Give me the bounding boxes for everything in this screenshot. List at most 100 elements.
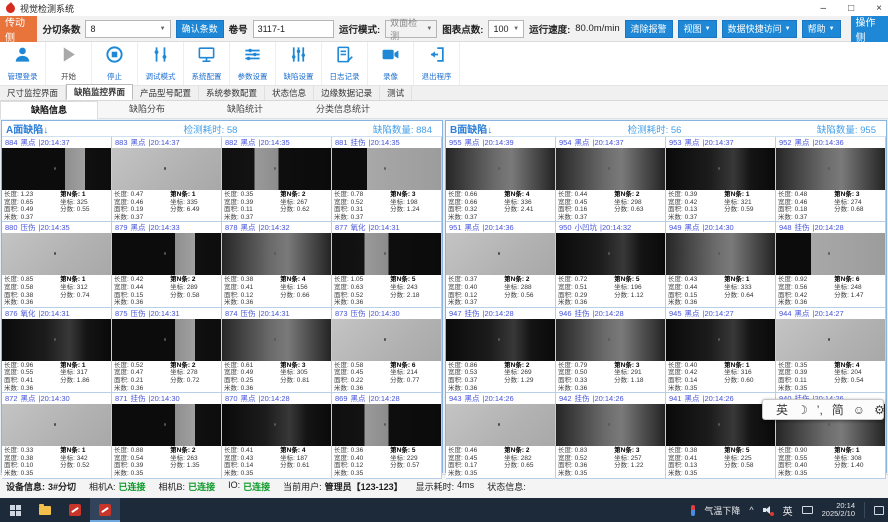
ribbon-stop-button[interactable]: 停止 <box>92 42 138 85</box>
defect-cell[interactable]: 874 压伤 |20:14:31 长度: 0.61 宽度: 0.49 面积: 0… <box>222 308 332 393</box>
subtab-defect-info[interactable]: 缺陷信息 <box>0 101 98 119</box>
defect-cell[interactable]: 876 氧化 |20:14:31 长度: 0.96 宽度: 0.55 面积: 0… <box>2 308 112 393</box>
defect-image[interactable] <box>776 233 885 275</box>
defect-image[interactable] <box>666 404 775 446</box>
roll-number-input[interactable]: 3117-1 <box>253 20 334 38</box>
tab-size-monitor[interactable]: 尺寸监控界面 <box>0 86 66 100</box>
language-indicator[interactable]: 英 <box>783 503 793 518</box>
defect-image[interactable] <box>222 148 331 190</box>
minimize-button[interactable]: – <box>821 3 827 14</box>
defect-cell[interactable]: 882 黑点 |20:14:35 长度: 0.35 宽度: 0.39 面积: 0… <box>222 137 332 222</box>
defect-image[interactable] <box>2 233 111 275</box>
tab-test[interactable]: 测试 <box>380 86 412 100</box>
defect-image[interactable] <box>556 319 665 361</box>
ime-settings-icon[interactable]: ⚙ <box>874 404 885 416</box>
defect-image[interactable] <box>446 404 555 446</box>
ribbon-record-button[interactable]: 录像 <box>368 42 414 85</box>
defect-image[interactable] <box>556 148 665 190</box>
defect-image[interactable] <box>666 148 775 190</box>
tray-chevron-icon[interactable]: ^ <box>749 505 753 515</box>
defect-cell[interactable]: 954 黑点 |20:14:37 长度: 0.44 宽度: 0.45 面积: 0… <box>556 137 666 222</box>
defect-image[interactable] <box>446 233 555 275</box>
clock[interactable]: 20:14 2025/2/10 <box>822 502 855 519</box>
slit-count-select[interactable]: 8▼ <box>85 20 170 38</box>
ribbon-debug-button[interactable]: 调试模式 <box>138 42 184 85</box>
defect-cell[interactable]: 942 挂伤 |20:14:26 长度: 0.83 宽度: 0.52 面积: 0… <box>556 393 666 478</box>
defect-image[interactable] <box>776 319 885 361</box>
run-mode-select[interactable]: 双面检测▼ <box>385 20 437 38</box>
defect-cell[interactable]: 944 黑点 |20:14:27 长度: 0.35 宽度: 0.39 面积: 0… <box>776 308 886 393</box>
ribbon-sysconfig-button[interactable]: 系统配置 <box>184 42 230 85</box>
defect-image[interactable] <box>222 233 331 275</box>
ribbon-log-button[interactable]: 日志记录 <box>322 42 368 85</box>
view-menu-button[interactable]: 视图▼ <box>678 20 717 38</box>
defect-cell[interactable]: 878 黑点 |20:14:32 长度: 0.38 宽度: 0.41 面积: 0… <box>222 222 332 307</box>
speaker-icon[interactable] <box>763 505 774 515</box>
defect-image[interactable] <box>556 404 665 446</box>
defect-cell[interactable]: 955 黑点 |20:14:39 长度: 0.66 宽度: 0.66 面积: 0… <box>446 137 556 222</box>
help-menu-button[interactable]: 帮助▼ <box>802 20 841 38</box>
keyboard-icon[interactable] <box>802 506 813 514</box>
defect-cell[interactable]: 879 黑点 |20:14:33 长度: 0.42 宽度: 0.44 面积: 0… <box>112 222 222 307</box>
taskbar-active-app-button[interactable] <box>90 498 120 522</box>
action-center-icon[interactable] <box>874 506 884 515</box>
ribbon-start-button[interactable]: 开始 <box>46 42 92 85</box>
defect-cell[interactable]: 869 黑点 |20:14:28 长度: 0.36 宽度: 0.40 面积: 0… <box>332 393 442 478</box>
defect-cell[interactable]: 883 黑点 |20:14:37 长度: 0.47 宽度: 0.46 面积: 0… <box>112 137 222 222</box>
chart-points-select[interactable]: 100▼ <box>488 20 524 38</box>
defect-image[interactable] <box>332 319 441 361</box>
ribbon-defectset-button[interactable]: 缺陷设置 <box>276 42 322 85</box>
defect-cell[interactable]: 948 挂伤 |20:14:28 长度: 0.92 宽度: 0.56 面积: 0… <box>776 222 886 307</box>
defect-cell[interactable]: 872 黑点 |20:14:30 长度: 0.33 宽度: 0.38 面积: 0… <box>2 393 112 478</box>
operator-side-button[interactable]: 操作侧 <box>851 16 888 42</box>
defect-cell[interactable]: 951 黑点 |20:14:36 长度: 0.37 宽度: 0.40 面积: 0… <box>446 222 556 307</box>
data-access-menu-button[interactable]: 数据快捷访问▼ <box>722 20 797 38</box>
defect-image[interactable] <box>446 148 555 190</box>
clear-alarm-button[interactable]: 清除报警 <box>625 20 673 38</box>
defect-image[interactable] <box>112 148 221 190</box>
subtab-defect-dist[interactable]: 缺陷分布 <box>98 101 196 118</box>
confirm-count-button[interactable]: 确认条数 <box>176 20 224 38</box>
maximize-button[interactable]: □ <box>848 3 854 14</box>
ime-english-mode[interactable]: 英 <box>776 404 788 416</box>
weather-text[interactable]: 气温下降 <box>704 504 740 517</box>
defect-image[interactable] <box>222 319 331 361</box>
file-explorer-button[interactable] <box>30 498 60 522</box>
defect-cell[interactable]: 947 挂伤 |20:14:28 长度: 0.86 宽度: 0.53 面积: 0… <box>446 308 556 393</box>
ime-punctuation-icon[interactable]: ’, <box>817 404 823 416</box>
defect-image[interactable] <box>666 319 775 361</box>
ribbon-params-button[interactable]: 参数设置 <box>230 42 276 85</box>
defect-image[interactable] <box>556 233 665 275</box>
tab-system-params[interactable]: 系统参数配置 <box>199 86 265 100</box>
ribbon-exit-button[interactable]: 退出程序 <box>414 42 460 85</box>
defect-cell[interactable]: 952 黑点 |20:14:36 长度: 0.48 宽度: 0.46 面积: 0… <box>776 137 886 222</box>
ime-moon-icon[interactable]: ☽ <box>797 404 808 416</box>
defect-cell[interactable]: 873 压伤 |20:14:30 长度: 0.58 宽度: 0.45 面积: 0… <box>332 308 442 393</box>
subtab-defect-stats[interactable]: 缺陷统计 <box>196 101 294 118</box>
defect-cell[interactable]: 880 压伤 |20:14:35 长度: 0.85 宽度: 0.58 面积: 0… <box>2 222 112 307</box>
defect-cell[interactable]: 945 黑点 |20:14:27 长度: 0.40 宽度: 0.42 面积: 0… <box>666 308 776 393</box>
defect-cell[interactable]: 943 黑点 |20:14:26 长度: 0.46 宽度: 0.45 面积: 0… <box>446 393 556 478</box>
ime-simplified-mode[interactable]: 简 <box>832 404 844 416</box>
defect-image[interactable] <box>2 404 111 446</box>
defect-cell[interactable]: 946 挂伤 |20:14:28 长度: 0.79 宽度: 0.50 面积: 0… <box>556 308 666 393</box>
defect-image[interactable] <box>332 404 441 446</box>
defect-image[interactable] <box>332 148 441 190</box>
defect-image[interactable] <box>666 233 775 275</box>
defect-image[interactable] <box>112 233 221 275</box>
defect-cell[interactable]: 949 黑点 |20:14:30 长度: 0.43 宽度: 0.44 面积: 0… <box>666 222 776 307</box>
ime-smiley-icon[interactable]: ☺ <box>853 404 865 416</box>
defect-cell[interactable]: 875 压伤 |20:14:31 长度: 0.52 宽度: 0.47 面积: 0… <box>112 308 222 393</box>
defect-image[interactable] <box>112 319 221 361</box>
defect-image[interactable] <box>776 148 885 190</box>
start-button[interactable] <box>0 498 30 522</box>
ribbon-login-button[interactable]: 管理登录 <box>0 42 46 85</box>
tab-product-config[interactable]: 产品型号配置 <box>133 86 199 100</box>
defect-image[interactable] <box>2 319 111 361</box>
defect-cell[interactable]: 941 黑点 |20:14:26 长度: 0.38 宽度: 0.41 面积: 0… <box>666 393 776 478</box>
defect-cell[interactable]: 884 黑点 |20:14:37 长度: 1.23 宽度: 0.65 面积: 0… <box>2 137 112 222</box>
drive-side-button[interactable]: 传动侧 <box>0 16 37 42</box>
tab-edge-record[interactable]: 边缘数据记录 <box>314 86 380 100</box>
defect-cell[interactable]: 877 氧化 |20:14:31 长度: 1.05 宽度: 0.63 面积: 0… <box>332 222 442 307</box>
subtab-class-stats[interactable]: 分类信息统计 <box>294 101 392 118</box>
